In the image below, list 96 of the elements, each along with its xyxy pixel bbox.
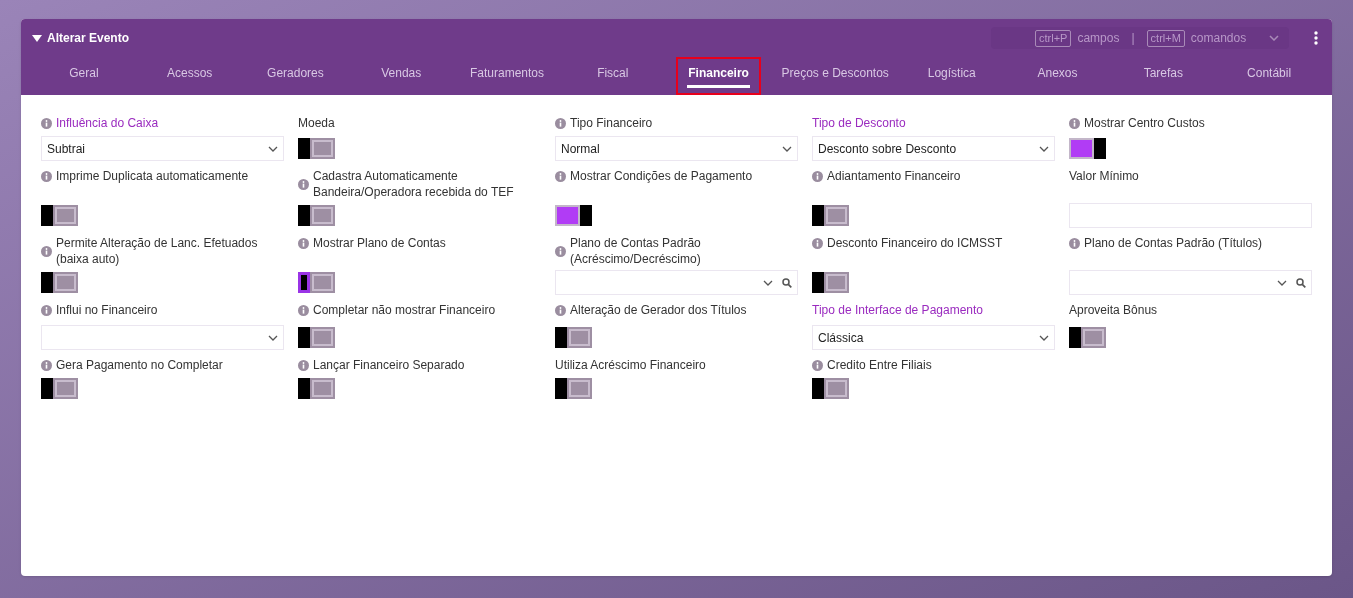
chevron-down-icon[interactable] (1039, 334, 1049, 341)
tab[interactable]: Faturamentos (460, 59, 555, 93)
shortcut-key: ctrl+M (1146, 29, 1185, 47)
info-icon[interactable] (555, 304, 566, 316)
toggle-switch[interactable] (812, 378, 849, 399)
search-icon[interactable] (1296, 277, 1306, 288)
field-label: Influi no Financeiro (56, 302, 158, 318)
field-label: Tipo de Desconto (812, 115, 906, 131)
toggle-switch[interactable] (1069, 327, 1106, 348)
field-label: Plano de Contas Padrão (Títulos) (1084, 235, 1263, 251)
info-icon[interactable] (41, 245, 52, 257)
field-label: Tipo de Interface de Pagamento (812, 302, 983, 318)
select-field[interactable]: Subtrai (41, 136, 284, 161)
info-icon[interactable] (812, 237, 823, 249)
chevron-down-icon[interactable] (782, 145, 792, 152)
toggle-switch[interactable] (298, 272, 335, 293)
info-icon[interactable] (812, 170, 823, 182)
toggle-switch[interactable] (298, 138, 335, 159)
tab[interactable]: Financeiro (678, 59, 759, 93)
chevron-down-icon[interactable] (268, 334, 278, 341)
select-field[interactable]: Desconto sobre Desconto (812, 136, 1055, 161)
field-label: Tipo Financeiro (570, 115, 653, 131)
toggle-switch[interactable] (41, 205, 78, 226)
field-label: Permite Alteração de Lanc. Efetuados (baixa auto) (56, 235, 259, 267)
toggle-switch[interactable] (298, 378, 335, 399)
tab[interactable]: Anexos (1027, 59, 1088, 93)
field-label: Cadastra Automaticamente Bandeira/Operadora recebida do TEF (313, 168, 515, 200)
shortcut-label: campos (1077, 30, 1120, 47)
field-label: Credito Entre Filiais (827, 357, 932, 373)
collapse-caret-icon[interactable] (32, 34, 42, 42)
tab[interactable]: Geral (59, 59, 109, 93)
tab[interactable]: Fiscal (587, 59, 639, 93)
toggle-switch[interactable] (555, 378, 592, 399)
info-icon[interactable] (812, 359, 823, 371)
tab[interactable]: Vendas (371, 59, 432, 93)
select-field[interactable] (41, 325, 284, 350)
field-label: Valor Mínimo (1069, 168, 1139, 184)
field-label: Utiliza Acréscimo Financeiro (555, 357, 706, 373)
tab[interactable]: Logística (917, 59, 986, 93)
info-icon[interactable] (555, 245, 566, 257)
toggle-switch[interactable] (298, 205, 335, 226)
info-icon[interactable] (41, 117, 52, 129)
field-label: Plano de Contas Padrão (Acréscimo/Decréscimo) (570, 235, 702, 267)
shortcut-label: comandos (1190, 30, 1247, 47)
field-label: Mostrar Plano de Contas (313, 235, 446, 251)
toggle-switch[interactable] (812, 272, 849, 293)
field-label: Aproveita Bônus (1069, 302, 1158, 318)
field-label: Imprime Duplicata automaticamente (56, 168, 249, 184)
shortcut-key: ctrl+P (1035, 29, 1072, 47)
window-title: Alterar Evento (47, 30, 130, 47)
field-label: Desconto Financeiro do ICMSST (827, 235, 1003, 251)
lookup-field[interactable] (1069, 270, 1312, 295)
command-bar[interactable]: ctrl+P campos | ctrl+M comandos (991, 27, 1289, 49)
info-icon[interactable] (298, 304, 309, 316)
toggle-switch[interactable] (812, 205, 849, 226)
input-field[interactable] (1069, 203, 1312, 228)
separator: | (1131, 30, 1135, 47)
field-label: Mostrar Condições de Pagamento (570, 168, 753, 184)
select-field[interactable]: Clássica (812, 325, 1055, 350)
info-icon[interactable] (41, 170, 52, 182)
info-icon[interactable] (298, 359, 309, 371)
lookup-field[interactable] (555, 270, 798, 295)
field-label: Influência do Caixa (56, 115, 159, 131)
toggle-switch[interactable] (41, 378, 78, 399)
search-icon[interactable] (782, 277, 792, 288)
tab[interactable]: Contábil (1237, 59, 1302, 93)
toggle-switch[interactable] (298, 327, 335, 348)
field-label: Gera Pagamento no Completar (56, 357, 223, 373)
select-field[interactable]: Normal (555, 136, 798, 161)
toggle-switch[interactable] (41, 272, 78, 293)
info-icon[interactable] (555, 170, 566, 182)
info-icon[interactable] (1069, 117, 1080, 129)
field-label: Moeda (298, 115, 335, 131)
tab[interactable]: Geradores (257, 59, 334, 93)
toggle-switch[interactable] (555, 327, 592, 348)
info-icon[interactable] (555, 117, 566, 129)
chevron-down-icon[interactable] (1039, 145, 1049, 152)
toggle-switch[interactable] (1069, 138, 1106, 159)
field-label: Mostrar Centro Custos (1084, 115, 1205, 131)
info-icon[interactable] (1069, 237, 1080, 249)
info-icon[interactable] (298, 237, 309, 249)
more-menu-icon[interactable] (1314, 31, 1318, 45)
info-icon[interactable] (298, 178, 309, 190)
info-icon[interactable] (41, 304, 52, 316)
tab[interactable]: Tarefas (1133, 59, 1193, 93)
tab[interactable]: Acessos (157, 59, 223, 93)
info-icon[interactable] (41, 359, 52, 371)
tab[interactable]: Preços e Descontos (771, 59, 899, 93)
toggle-switch[interactable] (555, 205, 592, 226)
chevron-down-icon[interactable] (763, 279, 773, 286)
field-label: Adiantamento Financeiro (827, 168, 961, 184)
field-label: Completar não mostrar Financeiro (313, 302, 496, 318)
chevron-down-icon[interactable] (1277, 279, 1287, 286)
chevron-down-icon[interactable] (268, 145, 278, 152)
field-label: Alteração de Gerador dos Títulos (570, 302, 747, 318)
field-label: Lançar Financeiro Separado (313, 357, 465, 373)
